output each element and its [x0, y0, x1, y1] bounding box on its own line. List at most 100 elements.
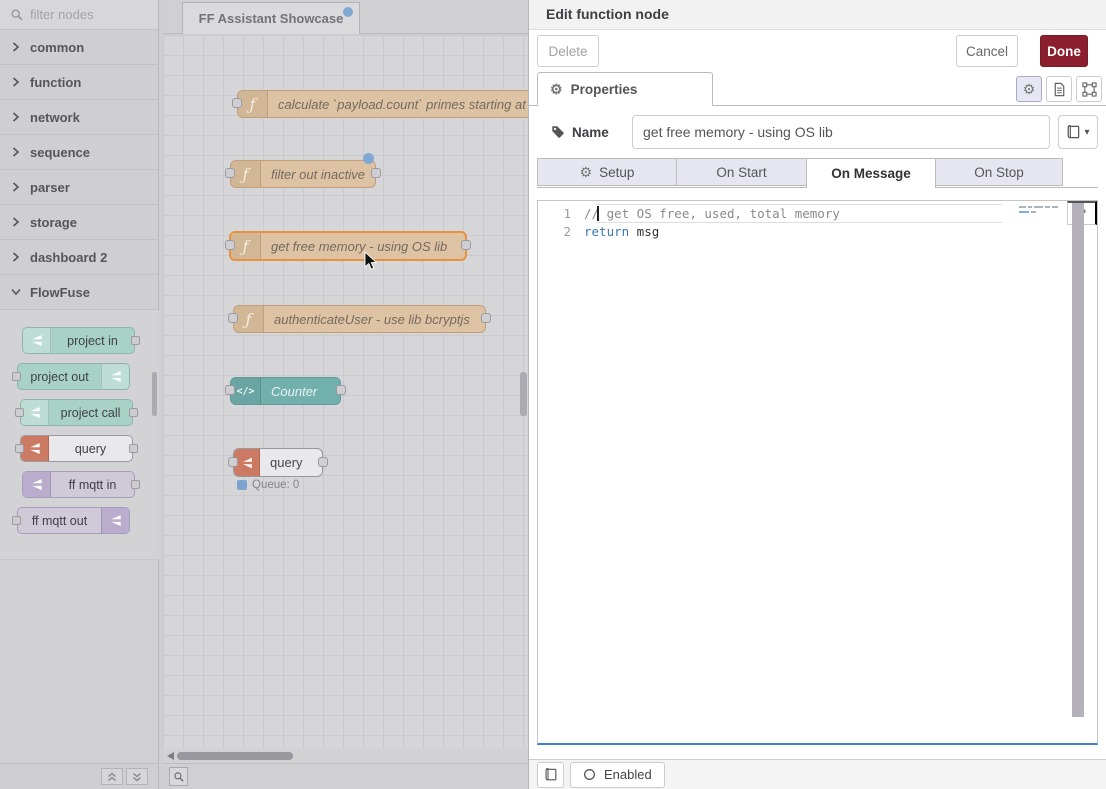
node-input-port[interactable] [15, 444, 24, 453]
node-input-port[interactable] [228, 313, 238, 323]
delete-button[interactable]: Delete [537, 35, 599, 67]
flow-node-counter[interactable]: </> Counter [230, 377, 341, 405]
category-label: parser [30, 180, 70, 195]
palette-category-parser[interactable]: parser [0, 170, 158, 205]
flow-node-get-free-memory[interactable]: ƒ get free memory - using OS lib [229, 231, 467, 261]
palette-node-project-out[interactable]: project out [17, 363, 130, 390]
description-icon-button[interactable] [1046, 76, 1072, 102]
node-output-port[interactable] [129, 444, 138, 453]
palette-category-sequence[interactable]: sequence [0, 135, 158, 170]
caret-down-icon: ▾ [1084, 127, 1089, 138]
library-footer-button[interactable] [537, 762, 564, 788]
palette-search[interactable] [0, 0, 158, 30]
palette-node-label: project out [18, 370, 101, 384]
palette-node-label: ff mqtt out [18, 514, 101, 528]
palette-category-dashboard-2[interactable]: dashboard 2 [0, 240, 158, 275]
tray-footer: Enabled [529, 759, 1106, 789]
canvas-horizontal-scrollbar[interactable] [163, 749, 528, 763]
node-red-editor: common function network sequence parser … [0, 0, 1106, 789]
flow-node-filter-out-inactive[interactable]: ƒ filter out inactive [230, 160, 376, 188]
tab-properties[interactable]: ⚙ Properties [537, 72, 713, 106]
category-label: storage [30, 215, 77, 230]
enabled-toggle-button[interactable]: Enabled [570, 762, 665, 788]
filter-nodes-input[interactable] [30, 7, 140, 22]
node-input-port[interactable] [225, 240, 235, 250]
scroll-left-arrow-icon[interactable] [167, 752, 174, 760]
gear-icon: ⚙ [550, 81, 563, 98]
name-label-group: Name [537, 125, 632, 140]
name-row: Name ▾ [537, 115, 1098, 149]
palette-category-function[interactable]: function [0, 65, 158, 100]
node-output-port[interactable] [336, 385, 346, 395]
code-editor[interactable]: 1 // get OS free, used, total memory 2 r… [537, 200, 1098, 745]
palette-node-project-in[interactable]: project in [22, 327, 135, 354]
node-input-port[interactable] [232, 98, 242, 108]
search-flows-button[interactable] [169, 767, 188, 786]
category-label: FlowFuse [30, 285, 90, 300]
flow-node-query[interactable]: query [233, 448, 323, 477]
node-output-port[interactable] [318, 457, 328, 467]
tab-label: On Start [716, 165, 766, 180]
collapse-all-button[interactable] [101, 768, 123, 785]
palette-category-storage[interactable]: storage [0, 205, 158, 240]
palette-category-common[interactable]: common [0, 30, 158, 65]
unsaved-changes-dot [343, 7, 353, 17]
palette-node-label: query [49, 442, 132, 456]
function-icon: ƒ [231, 233, 261, 259]
appearance-icon-button[interactable] [1076, 76, 1102, 102]
code-line: 1 // get OS free, used, total memory [538, 205, 1097, 223]
palette-node-project-call[interactable]: project call [20, 399, 133, 426]
node-input-port[interactable] [12, 516, 21, 525]
appearance-icon [1082, 82, 1097, 97]
properties-icon-button[interactable]: ⚙ [1016, 76, 1042, 102]
node-output-port[interactable] [131, 480, 140, 489]
tab-on-stop[interactable]: On Stop [935, 158, 1063, 186]
node-input-port[interactable] [15, 408, 24, 417]
library-button[interactable]: ▾ [1058, 115, 1098, 149]
flowfuse-icon [21, 436, 49, 461]
tray-form: Name ▾ ⚙ Setup On Start On Message [529, 115, 1106, 745]
node-changed-dot [363, 153, 374, 164]
node-input-port[interactable] [228, 457, 238, 467]
node-input-port[interactable] [225, 168, 235, 178]
cancel-button[interactable]: Cancel [956, 35, 1018, 67]
palette-node-ff-mqtt-in[interactable]: ff mqtt in [22, 471, 135, 498]
editor-scrollbar-thumb[interactable] [1072, 203, 1084, 717]
text-cursor [597, 206, 599, 221]
canvas-vertical-scrollbar[interactable] [520, 372, 527, 416]
tab-on-start[interactable]: On Start [676, 158, 807, 186]
palette-scrollbar[interactable] [152, 372, 157, 416]
document-icon [1052, 82, 1067, 97]
node-output-port[interactable] [131, 336, 140, 345]
done-button[interactable]: Done [1040, 35, 1088, 67]
search-icon [10, 8, 24, 22]
tab-on-message[interactable]: On Message [806, 158, 936, 188]
node-output-port[interactable] [481, 313, 491, 323]
tag-icon [551, 125, 565, 139]
node-input-port[interactable] [12, 372, 21, 381]
double-chevron-up-icon [106, 771, 118, 783]
code-comment: // get OS free, used, total memory [584, 206, 840, 221]
flow-node-calculate-primes[interactable]: ƒ calculate `payload.count` primes start… [237, 90, 528, 118]
palette-category-flowfuse[interactable]: FlowFuse [0, 275, 158, 310]
book-icon [1066, 125, 1081, 140]
palette-flowfuse-section: project in project out project call quer… [0, 310, 159, 560]
node-input-port[interactable] [225, 385, 235, 395]
expand-all-button[interactable] [126, 768, 148, 785]
flow-node-authenticate-user[interactable]: ƒ authenticateUser - use lib bcryptjs [233, 305, 486, 333]
category-label: dashboard 2 [30, 250, 107, 265]
palette-footer [0, 763, 159, 789]
tab-setup[interactable]: ⚙ Setup [537, 158, 677, 186]
scrollbar-thumb[interactable] [177, 752, 293, 760]
palette-category-network[interactable]: network [0, 100, 158, 135]
node-output-port[interactable] [461, 240, 471, 250]
flowfuse-icon [23, 472, 51, 497]
name-input[interactable] [632, 115, 1050, 149]
tray-title: Edit function node [529, 0, 1106, 30]
palette-node-query[interactable]: query [20, 435, 133, 462]
node-output-port[interactable] [129, 408, 138, 417]
node-output-port[interactable] [371, 168, 381, 178]
palette-node-ff-mqtt-out[interactable]: ff mqtt out [17, 507, 130, 534]
flow-canvas[interactable]: ƒ calculate `payload.count` primes start… [163, 35, 528, 749]
workspace-tab[interactable]: FF Assistant Showcase [182, 2, 360, 34]
